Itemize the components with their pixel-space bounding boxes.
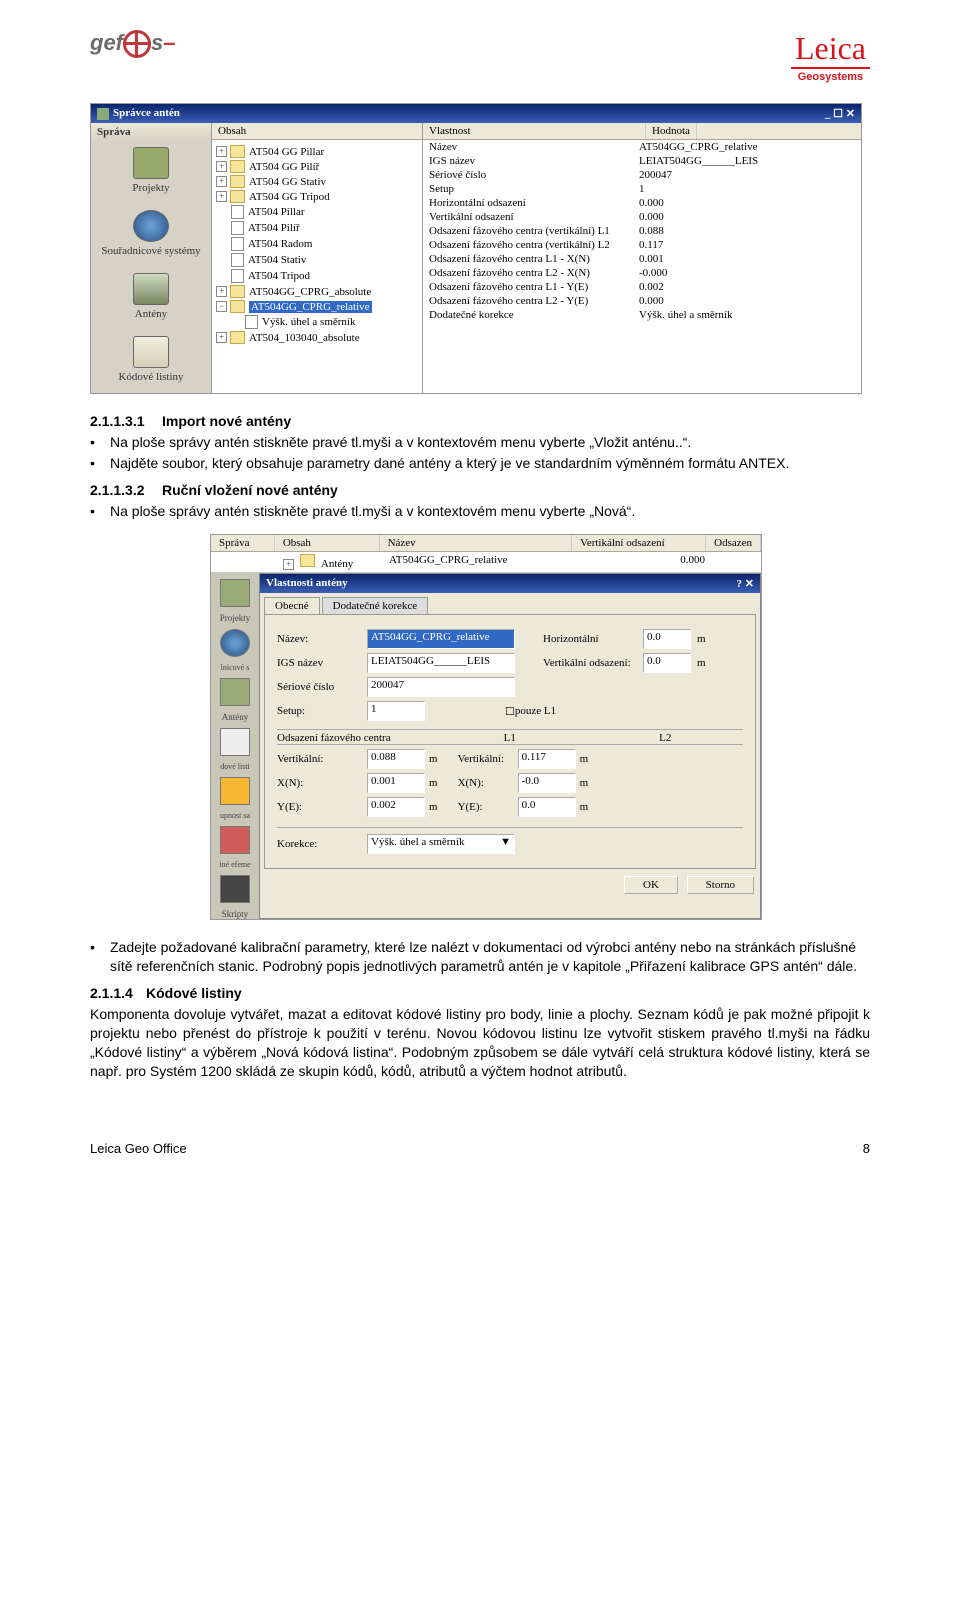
igs-input[interactable]: LEIAT504GG______LEIS: [367, 653, 515, 673]
window-controls[interactable]: _ ☐ ✕: [825, 107, 855, 120]
book-icon: [220, 826, 250, 854]
section-kodove: 2.1.1.4Kódové listiny Komponenta dovoluj…: [90, 984, 870, 1080]
sidebar-item-projekty[interactable]: Projekty: [91, 141, 211, 204]
vert-label: Vertikální odsazení:: [543, 657, 643, 669]
tree-item[interactable]: AT504 Pillar: [214, 204, 420, 220]
section-manual: 2.1.1.3.2Ruční vložení nové antény Na pl…: [90, 481, 870, 521]
prop-row: Horizontální odsazení0.000: [423, 196, 861, 210]
globe-icon: [220, 629, 250, 657]
properties-dialog: Vlastnosti antény? ✕ Obecné Dodatečné ko…: [259, 573, 761, 919]
antenna-icon: [97, 108, 109, 120]
igs-label: IGS název: [277, 657, 367, 669]
help-close-icons[interactable]: ? ✕: [737, 577, 754, 590]
col-sprava: Správa: [211, 535, 275, 551]
ye-l2-input[interactable]: 0.0: [518, 797, 576, 817]
gefos-logo: gefs–: [90, 30, 176, 58]
col-value: Hodnota: [646, 123, 697, 139]
prop-row: Sériové číslo200047: [423, 168, 861, 182]
vert-l2-input[interactable]: 0.117: [518, 749, 576, 769]
page-footer: Leica Geo Office 8: [90, 1141, 870, 1156]
antenna-tree: Obsah +AT504 GG Pillar +AT504 GG Pilíř +…: [212, 123, 423, 393]
antenna-manager-window: Správce antén _ ☐ ✕ Správa Projekty Souř…: [90, 103, 862, 394]
prop-row: Odsazení fázového centra (vertikální) L1…: [423, 224, 861, 238]
folder-icon: [133, 147, 169, 179]
ok-button[interactable]: OK: [624, 876, 678, 894]
vert-input[interactable]: 0.0: [643, 653, 691, 673]
prop-row: NázevAT504GG_CPRG_relative: [423, 140, 861, 154]
sun-icon: [220, 777, 250, 805]
col-nazev[interactable]: Název: [380, 535, 573, 551]
mini-sidebar: Projekty lnicové s Antény dové listi upn…: [211, 573, 259, 919]
prop-row: Vertikální odsazení0.000: [423, 210, 861, 224]
globe-icon: [133, 210, 169, 242]
ye-l1-input[interactable]: 0.002: [367, 797, 425, 817]
col-odsazen: Odsazen: [706, 535, 761, 551]
setup-input[interactable]: 1: [367, 701, 425, 721]
folder-icon: [220, 579, 250, 607]
horiz-label: Horizontální: [543, 633, 643, 645]
xn-l2-input[interactable]: -0.0: [518, 773, 576, 793]
footer-title: Leica Geo Office: [90, 1141, 187, 1156]
pouze-checkbox[interactable]: ☐: [505, 705, 515, 718]
prop-row: Odsazení fázového centra L1 - X(N)0.001: [423, 252, 861, 266]
nazev-label: Název:: [277, 633, 367, 645]
management-sidebar: Správa Projekty Souřadnicové systémy Ant…: [91, 123, 212, 393]
tree-item[interactable]: +AT504 GG Pillar: [214, 144, 420, 159]
tree-item[interactable]: AT504 Stativ: [214, 252, 420, 268]
section-calibration: Zadejte požadované kalibrační parametry,…: [90, 938, 870, 976]
antenna-icon: [133, 273, 169, 305]
prop-row: Dodatečné korekceVýšk. úhel a směrník: [423, 308, 861, 322]
korekce-select[interactable]: Výšk. úhel a směrník ▼: [367, 834, 515, 854]
col-vert: Vertikální odsazení: [572, 535, 706, 551]
storno-button[interactable]: Storno: [687, 876, 754, 894]
prop-row: IGS názevLEIAT504GG______LEIS: [423, 154, 861, 168]
prop-row: Odsazení fázového centra L2 - Y(E)0.000: [423, 294, 861, 308]
prop-row: Odsazení fázového centra (vertikální) L2…: [423, 238, 861, 252]
antenna-properties-window: Správa Obsah Název Vertikální odsazení O…: [210, 534, 762, 920]
tree-item[interactable]: AT504 Radom: [214, 236, 420, 252]
tab-obecne[interactable]: Obecné: [264, 597, 320, 614]
window-titlebar: Správce antén _ ☐ ✕: [91, 104, 861, 123]
vert-l1-input[interactable]: 0.088: [367, 749, 425, 769]
page-header: gefs– Leica Geosystems: [90, 30, 870, 83]
seriove-input[interactable]: 200047: [367, 677, 515, 697]
setup-label: Setup:: [277, 705, 367, 717]
seriove-label: Sériové číslo: [277, 681, 367, 693]
script-icon: [220, 875, 250, 903]
tree-item[interactable]: +AT504_103040_absolute: [214, 330, 420, 345]
tree-item[interactable]: Výšk. úhel a směrník: [214, 314, 420, 330]
list-icon: [220, 728, 250, 756]
list-icon: [133, 336, 169, 368]
target-icon: [123, 30, 151, 58]
tree-header: Obsah: [218, 125, 246, 137]
prop-row: Odsazení fázového centra L2 - X(N)-0.000: [423, 266, 861, 280]
section-import: 2.1.1.3.1Import nové antény Na ploše spr…: [90, 412, 870, 473]
tab-korekce[interactable]: Dodatečné korekce: [322, 597, 429, 614]
sidebar-item-souradnice[interactable]: Souřadnicové systémy: [91, 204, 211, 267]
properties-panel: VlastnostHodnota NázevAT504GG_CPRG_relat…: [423, 123, 861, 393]
horiz-input[interactable]: 0.0: [643, 629, 691, 649]
group-label: Odsazení fázového centra: [277, 732, 432, 745]
tree-item[interactable]: +AT504GG_CPRG_absolute: [214, 284, 420, 299]
tree-item[interactable]: +AT504 GG Pilíř: [214, 159, 420, 174]
sidebar-item-kodove[interactable]: Kódové listiny: [91, 330, 211, 393]
col-property: Vlastnost: [423, 123, 646, 139]
prop-row: Setup1: [423, 182, 861, 196]
sidebar-title: Správa: [91, 123, 211, 141]
col-obsah: Obsah: [275, 535, 380, 551]
sidebar-item-anteny[interactable]: Antény: [91, 267, 211, 330]
nazev-input[interactable]: AT504GG_CPRG_relative: [367, 629, 515, 649]
tree-item[interactable]: +AT504 GG Tripod: [214, 189, 420, 204]
xn-l1-input[interactable]: 0.001: [367, 773, 425, 793]
prop-row: Odsazení fázového centra L1 - Y(E)0.002: [423, 280, 861, 294]
antenna-icon: [220, 678, 250, 706]
tree-item[interactable]: AT504 Pilíř: [214, 220, 420, 236]
tree-item[interactable]: +AT504 GG Stativ: [214, 174, 420, 189]
page-number: 8: [863, 1141, 870, 1156]
tree-item-selected[interactable]: −AT504GG_CPRG_relative: [214, 299, 420, 314]
leica-logo: Leica Geosystems: [791, 30, 870, 83]
tree-item[interactable]: AT504 Tripod: [214, 268, 420, 284]
